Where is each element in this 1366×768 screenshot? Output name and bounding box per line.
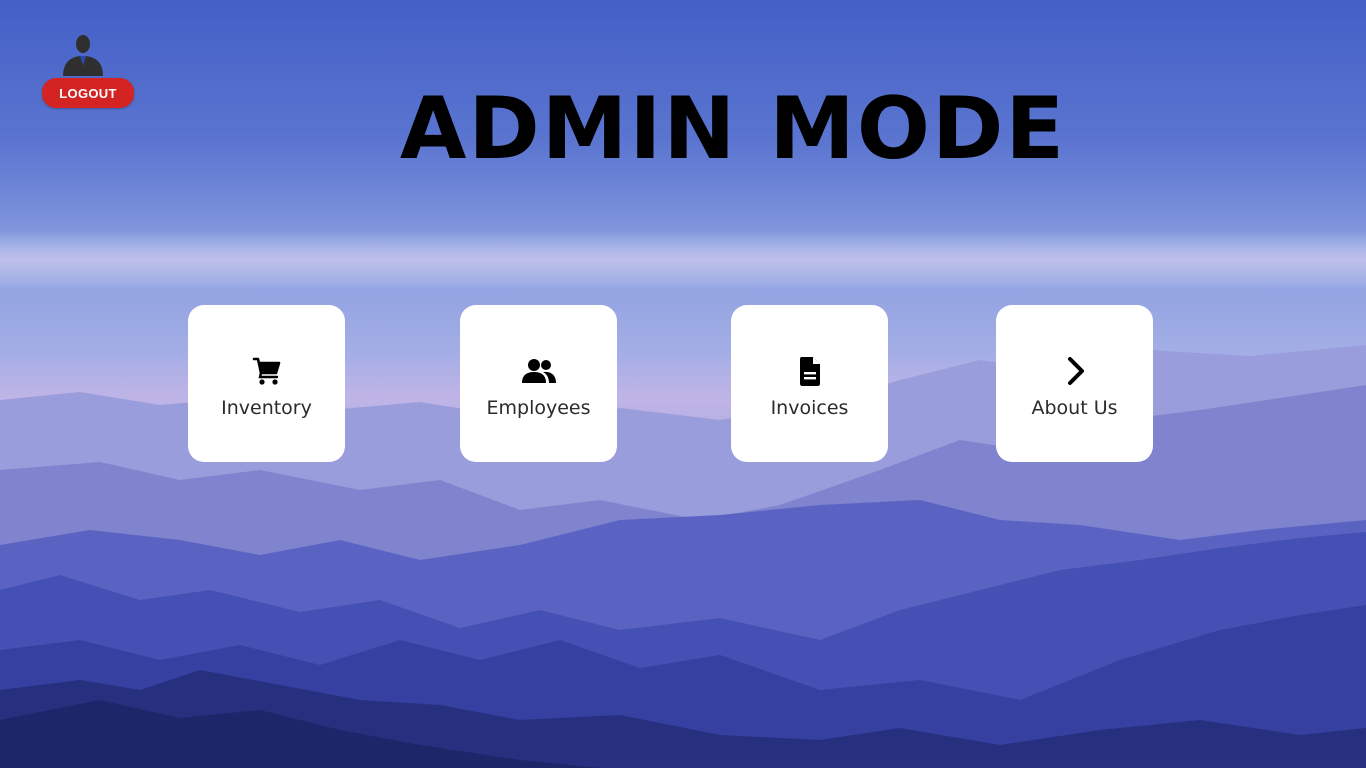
about-us-tile-button[interactable]: About Us	[996, 305, 1153, 462]
document-icon	[799, 356, 820, 386]
employees-label: Employees	[486, 396, 591, 419]
user-silhouette-icon	[63, 35, 103, 76]
employees-tile-button[interactable]: Employees	[460, 305, 617, 462]
invoices-label: Invoices	[770, 396, 849, 419]
chevron-right-icon	[1067, 356, 1084, 385]
page-title: ADMIN MODE	[399, 79, 1067, 179]
about-us-label: About Us	[1031, 396, 1118, 419]
inventory-label: Inventory	[221, 396, 312, 419]
shopping-cart-icon	[252, 357, 280, 385]
users-icon	[521, 358, 556, 383]
invoices-tile-button[interactable]: Invoices	[731, 305, 888, 462]
inventory-tile-button[interactable]: Inventory	[188, 305, 345, 462]
